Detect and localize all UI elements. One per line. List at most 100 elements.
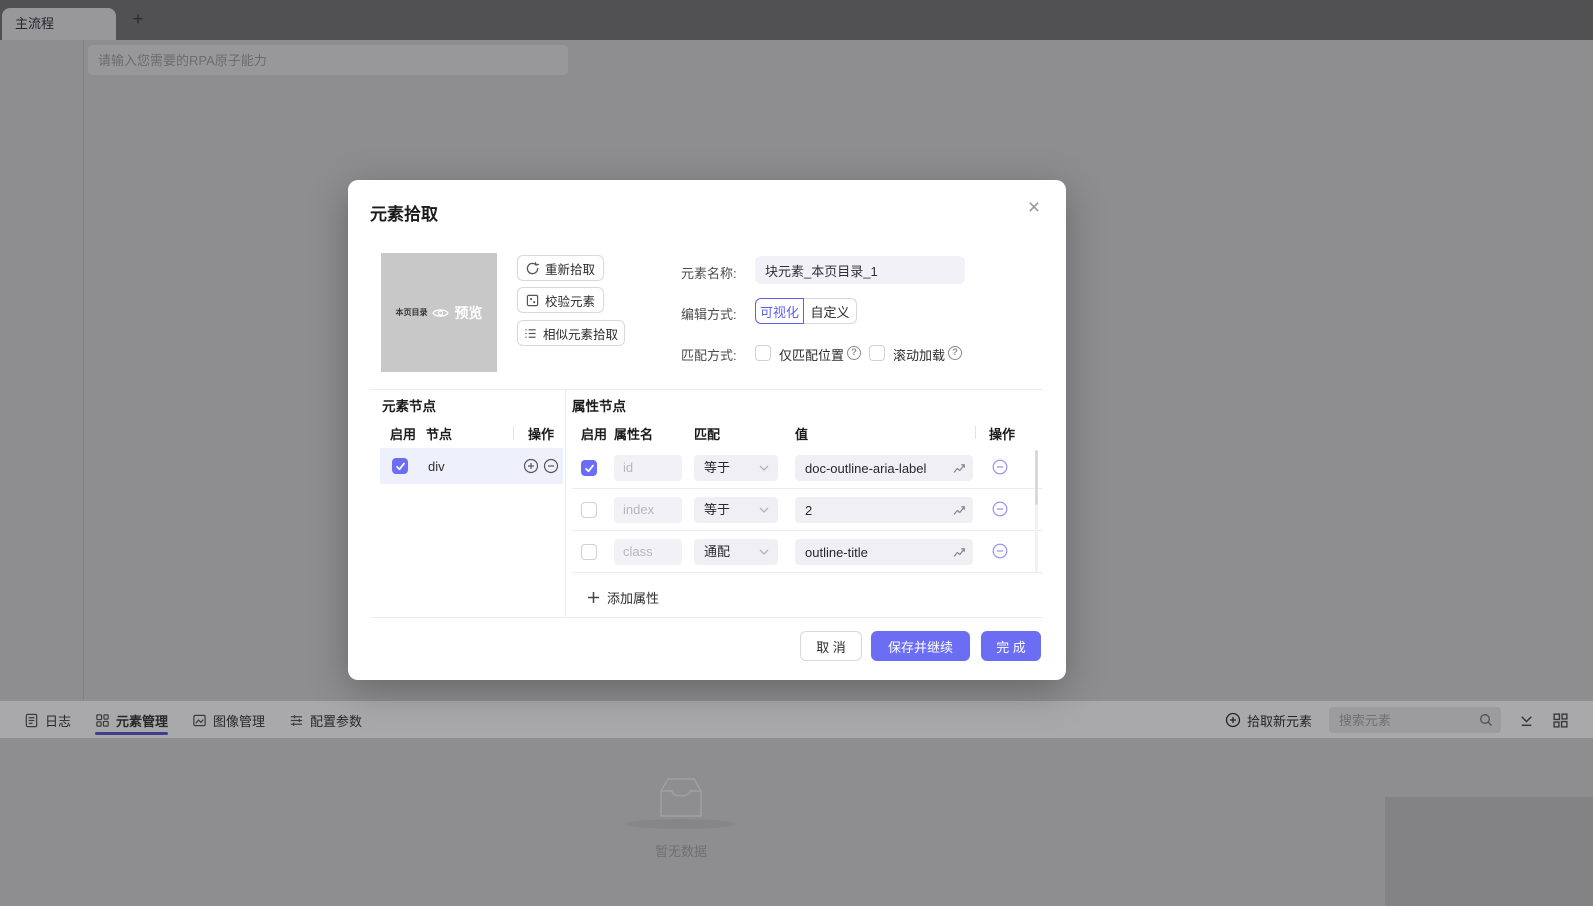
add-flow-tab-button[interactable]: + [127, 9, 149, 31]
attr-enable-checkbox[interactable] [581, 502, 597, 518]
cancel-button[interactable]: 取 消 [800, 631, 862, 661]
attr-name-field[interactable]: class [614, 539, 682, 565]
node-enable-checkbox[interactable] [392, 458, 408, 474]
scroll-load-label: 滚动加载 [893, 348, 946, 363]
validate-element-button-label: 校验元素 [544, 294, 595, 309]
similar-element-pick-button-label: 相似元素拾取 [542, 327, 618, 342]
close-icon[interactable]: × [1020, 194, 1048, 222]
save-and-continue-button[interactable]: 保存并继续 [871, 631, 970, 661]
element-pick-dialog: 元素拾取 × 本页目录 预览 重新拾取 校验元素 相似元素拾取 元素名称: 块元… [348, 180, 1066, 680]
col-attr-actions: 操作 [989, 427, 1016, 442]
preview-thumb-text: 本页目录 [395, 308, 428, 317]
tab-config-params[interactable]: 配置参数 [289, 701, 362, 739]
attr-match-value: 等于 [704, 502, 731, 517]
sidebar-divider [83, 40, 84, 700]
match-position-help-icon[interactable]: ? [847, 346, 861, 360]
preview-label: 预览 [454, 304, 483, 321]
tab-logs-label: 日志 [45, 713, 72, 729]
trend-variable-icon[interactable] [952, 461, 966, 475]
element-preview-thumbnail[interactable]: 本页目录 预览 [381, 253, 497, 372]
edit-mode-segmented: 可视化 自定义 [755, 298, 857, 324]
match-position-only-checkbox[interactable] [755, 345, 771, 361]
attr-value-box [795, 539, 973, 565]
trend-variable-icon[interactable] [952, 503, 966, 517]
elements-grid-icon [96, 713, 109, 727]
apps-grid-icon[interactable] [1552, 712, 1569, 729]
tab-main-flow[interactable]: 主流程 [2, 8, 116, 40]
col-attr-match: 匹配 [694, 427, 721, 442]
attr-match-select[interactable]: 等于 [694, 455, 778, 481]
remove-attr-icon[interactable] [992, 501, 1008, 517]
attr-value-input[interactable] [795, 455, 943, 481]
dialog-title: 元素拾取 [370, 205, 438, 224]
add-attribute-button[interactable]: 添加属性 [587, 588, 659, 607]
tab-logs[interactable]: 日志 [24, 701, 71, 739]
panel-divider [565, 389, 566, 617]
collapse-panel-icon[interactable] [1518, 712, 1535, 729]
match-mode-label: 匹配方式: [681, 348, 737, 363]
col-node: 节点 [426, 427, 453, 442]
col-attr-enable: 启用 [581, 427, 608, 442]
bottom-tabs: 日志 元素管理 图像管理 配置参数 [24, 701, 362, 739]
repick-button-label: 重新拾取 [544, 262, 595, 277]
tab-image-management[interactable]: 图像管理 [192, 701, 265, 739]
element-search-input[interactable] [1339, 712, 1479, 728]
tab-image-management-label: 图像管理 [213, 713, 266, 729]
element-name-input[interactable] [755, 256, 965, 284]
node-tag-name: div [428, 459, 445, 474]
attr-value-box [795, 455, 973, 481]
header-separator [975, 426, 976, 439]
attr-enable-checkbox[interactable] [581, 460, 597, 476]
section-divider-bottom [370, 617, 1043, 618]
similar-element-pick-button[interactable]: 相似元素拾取 [517, 320, 625, 346]
remove-attr-icon[interactable] [992, 459, 1008, 475]
scroll-load-checkbox[interactable] [869, 345, 885, 361]
bottom-panel-bar: 日志 元素管理 图像管理 配置参数 拾取新元素 搜索元素 [0, 700, 1593, 738]
attr-match-select[interactable]: 等于 [694, 497, 778, 523]
add-node-icon[interactable] [523, 458, 539, 474]
element-nodes-title: 元素节点 [382, 399, 436, 414]
sliders-icon [290, 714, 303, 726]
attr-value-input[interactable] [795, 497, 943, 523]
attr-value-input[interactable] [795, 539, 943, 565]
trend-variable-icon[interactable] [952, 545, 966, 559]
validate-element-button[interactable]: 校验元素 [517, 287, 604, 313]
col-node-actions: 操作 [528, 427, 555, 442]
edit-mode-visual[interactable]: 可视化 [755, 298, 804, 324]
header-separator [513, 426, 514, 439]
element-name-label: 元素名称: [681, 266, 737, 281]
chevron-down-icon [759, 507, 769, 513]
col-attr-value: 值 [795, 427, 809, 442]
search-icon[interactable] [1479, 713, 1493, 727]
attribute-nodes-title: 属性节点 [572, 399, 626, 414]
atom-capability-search-input[interactable] [88, 45, 568, 75]
element-search-box [1329, 707, 1501, 733]
remove-attr-icon[interactable] [992, 543, 1008, 559]
scroll-load-help-icon[interactable]: ? [948, 346, 962, 360]
flow-tab-bar: 主流程 + [0, 0, 1593, 40]
attr-name-field[interactable]: index [614, 497, 682, 523]
app-root: 主流程 + 日志 元素管理 [0, 0, 1593, 906]
attr-enable-checkbox[interactable] [581, 544, 597, 560]
pick-new-element-label: 拾取新元素 [1246, 713, 1312, 729]
remove-node-icon[interactable] [543, 458, 559, 474]
background-panel-region [1385, 797, 1593, 906]
attribute-row: class 通配 [572, 531, 1043, 573]
pick-new-element-button[interactable]: 拾取新元素 [1225, 711, 1312, 730]
done-button[interactable]: 完 成 [981, 631, 1041, 661]
tab-element-management-label: 元素管理 [116, 713, 169, 729]
attr-match-value: 通配 [704, 544, 731, 559]
empty-state-text: 暂无数据 [654, 844, 707, 859]
attr-match-select[interactable]: 通配 [694, 539, 778, 565]
attr-name-field[interactable]: id [614, 455, 682, 481]
repick-button[interactable]: 重新拾取 [517, 255, 604, 281]
attr-match-value: 等于 [704, 460, 731, 475]
tab-element-management[interactable]: 元素管理 [95, 701, 169, 739]
edit-mode-custom[interactable]: 自定义 [804, 298, 857, 324]
chevron-down-icon [759, 549, 769, 555]
plus-icon [588, 592, 599, 603]
log-icon [25, 713, 38, 727]
validate-icon [526, 294, 539, 306]
attr-scrollbar-thumb[interactable] [1035, 450, 1038, 505]
bottom-bar-actions: 拾取新元素 [1225, 701, 1569, 739]
